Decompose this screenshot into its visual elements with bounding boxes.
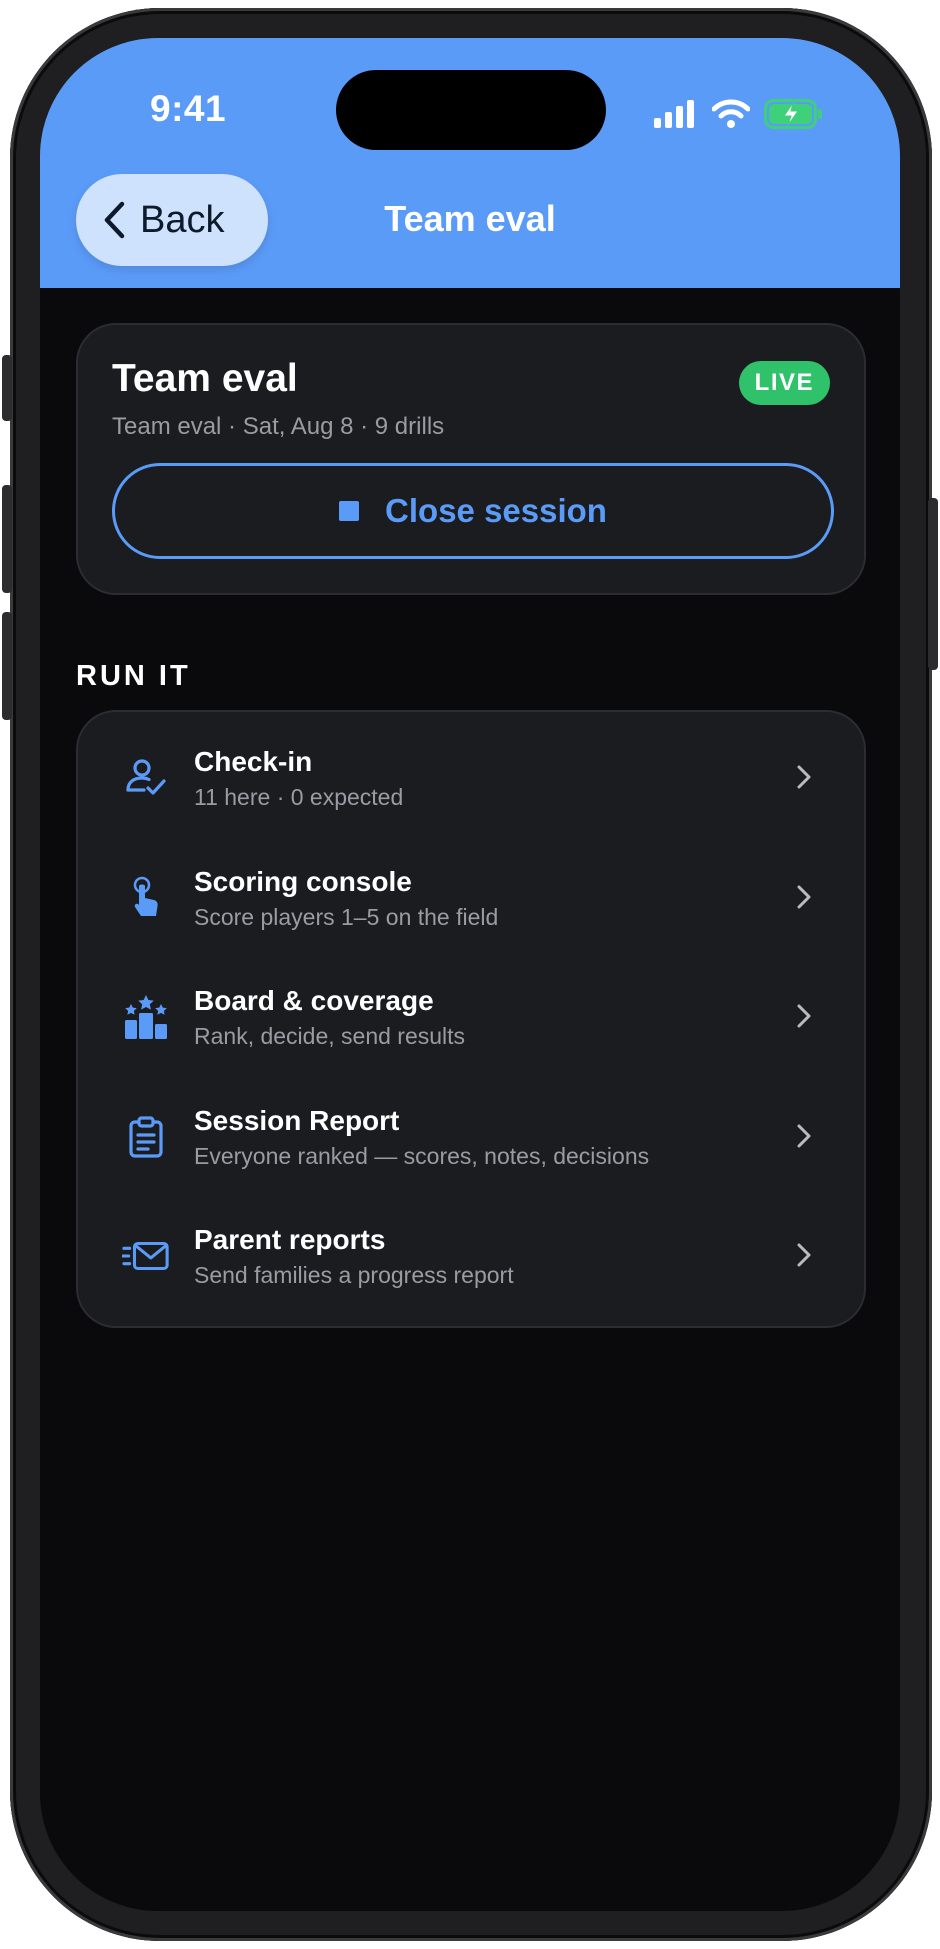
status-time: 9:41 [150, 88, 227, 129]
tap-hand-icon [122, 874, 170, 922]
list-item-board-coverage[interactable]: Board & coverage Rank, decide, send resu… [78, 965, 864, 1085]
nav-title: Team eval [384, 198, 556, 239]
screen: 9:41 Back Team eval Team eval LIVE Team … [40, 38, 900, 1911]
list-item-parent-reports[interactable]: Parent reports Send families a progress … [78, 1204, 864, 1324]
list-item-session-report[interactable]: Session Report Everyone ranked — scores,… [78, 1085, 864, 1205]
send-mail-icon [122, 1232, 170, 1280]
live-badge: LIVE [738, 361, 830, 405]
session-title: Team eval [112, 357, 298, 400]
battery-charging-icon [764, 99, 822, 129]
volume-down-button [2, 612, 12, 720]
close-session-button[interactable]: Close session [112, 463, 834, 559]
item-subtitle: Score players 1–5 on the field [194, 903, 499, 930]
list-item-check-in[interactable]: Check-in 11 here · 0 expected [78, 726, 864, 846]
item-subtitle: Rank, decide, send results [194, 1023, 466, 1049]
section-heading: RUN IT [76, 660, 191, 692]
action-button [2, 355, 12, 421]
chevron-right-icon [797, 1124, 811, 1147]
wifi-icon [712, 99, 750, 128]
item-title: Board & coverage [194, 985, 434, 1016]
podium-stars-icon [122, 993, 170, 1041]
dynamic-island [336, 70, 606, 150]
header: 9:41 Back Team eval [40, 38, 900, 288]
item-title: Session Report [194, 1104, 400, 1136]
clipboard-icon [122, 1113, 170, 1161]
stop-icon [339, 501, 360, 521]
back-label: Back [140, 198, 225, 241]
volume-up-button [2, 485, 12, 593]
signal-icon [654, 100, 694, 128]
item-subtitle: 11 here · 0 expected [194, 784, 404, 810]
chevron-right-icon [797, 1004, 811, 1028]
power-button [928, 498, 938, 670]
chevron-right-icon [797, 885, 811, 908]
close-session-label: Close session [385, 492, 607, 529]
session-card: Team eval LIVE Team eval · Sat, Aug 8 · … [76, 323, 866, 595]
run-it-list: Check-in 11 here · 0 expected Scoring co… [76, 710, 866, 1328]
item-subtitle: Send families a progress report [194, 1262, 514, 1288]
user-check-icon [122, 754, 170, 802]
item-title: Scoring console [194, 865, 412, 897]
chevron-left-icon [104, 201, 125, 239]
back-button[interactable]: Back [76, 174, 268, 266]
session-meta: Team eval · Sat, Aug 8 · 9 drills [112, 413, 445, 440]
item-title: Parent reports [194, 1224, 386, 1255]
chevron-right-icon [797, 765, 811, 789]
list-item-scoring-console[interactable]: Scoring console Score players 1–5 on the… [78, 846, 864, 966]
item-title: Check-in [194, 746, 313, 777]
status-icons [654, 94, 824, 134]
chevron-right-icon [797, 1243, 811, 1267]
item-subtitle: Everyone ranked — scores, notes, decisio… [194, 1142, 650, 1169]
